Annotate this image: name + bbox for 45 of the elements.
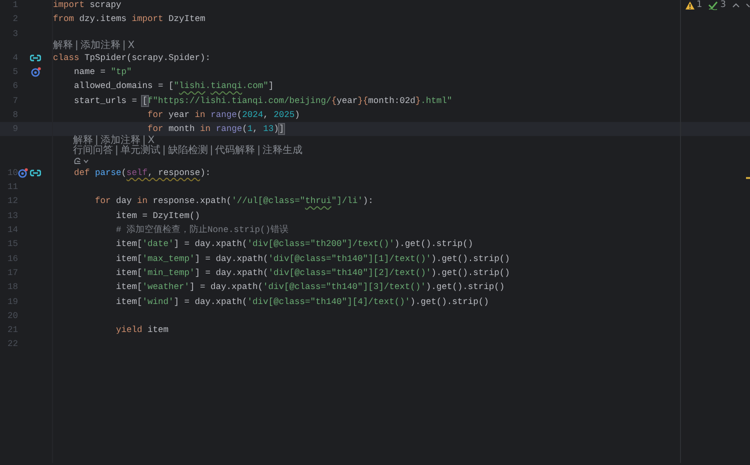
code-line: item['wind'] = day.xpath('div[@class="th140"][4]/text()').get().strip() <box>115 296 489 309</box>
code-line: yield item <box>115 324 169 338</box>
code-line: def parse(self, response): <box>73 166 211 180</box>
separator: | <box>162 146 166 156</box>
code-line: allowed_domains = ["lishi.tianqi.com"] <box>73 80 274 94</box>
code-line: item = DzyItem() <box>115 210 200 223</box>
hint-link[interactable]: 代码解释 <box>215 146 256 156</box>
separator: | <box>257 146 260 156</box>
chevron-up-icon[interactable] <box>732 2 740 8</box>
assistant-menu-icon[interactable] <box>73 156 89 166</box>
separator: | <box>75 40 78 51</box>
chevron-down-icon[interactable] <box>746 2 750 8</box>
separator: | <box>210 146 214 156</box>
code-line: import scrapy <box>53 0 122 12</box>
hint-link[interactable]: 添加注释 <box>100 136 140 146</box>
code-line: item['weather'] = day.xpath('div[@class="th140"][3]/text()').get().strip() <box>115 281 505 294</box>
typo-count[interactable]: 3 <box>708 0 726 10</box>
override-icon[interactable] <box>18 168 28 178</box>
code-line: item['min_temp'] = day.xpath('div[@class="th140"][2]/text()').get().strip() <box>115 266 510 280</box>
separator: | <box>142 136 146 146</box>
code-line: from dzy.items import DzyItem <box>53 13 206 26</box>
code-line: item['max_temp'] = day.xpath('div[@class="th140"][1]/text()').get().strip() <box>115 252 510 266</box>
separator: | <box>122 40 126 51</box>
code-line: for year in range(2024, 2025) <box>146 108 300 122</box>
override-icon[interactable] <box>31 67 41 78</box>
hint-link[interactable]: 单元测试 <box>120 146 160 156</box>
hint-link[interactable]: 行间问答 <box>73 146 113 156</box>
code-line: # 添加空值检查，防止None.strip()错误 <box>115 224 289 238</box>
scroll-marker <box>746 177 750 179</box>
code-line: start_urls = [f"https://lishi.tianqi.com/beijing/{year}{month:02d}.html" <box>73 94 452 108</box>
code-line: item['date'] = day.xpath('div[@class="th200"]/text()').get().strip() <box>115 238 474 252</box>
separator: | <box>115 146 118 156</box>
warning-count[interactable]: 1 <box>684 0 702 10</box>
code-line: for day in response.xpath('//ul[@class="thrui"]/li'): <box>94 195 374 208</box>
hint-link[interactable]: 解释 <box>53 40 73 51</box>
hint-link[interactable]: X <box>148 136 155 146</box>
separator: | <box>95 136 98 146</box>
code-line: for month in range(1, 13)] <box>146 123 284 136</box>
hint-link[interactable]: 缺陷检测 <box>168 146 208 156</box>
code-line: name = "tp" <box>73 66 132 79</box>
hint-link[interactable]: 注释生成 <box>262 146 302 156</box>
hint-link[interactable]: 解释 <box>73 136 93 146</box>
hint-link[interactable]: X <box>128 40 135 51</box>
code-line: class TpSpider(scrapy.Spider): <box>53 52 211 65</box>
hint-link[interactable]: 添加注释 <box>80 40 120 51</box>
